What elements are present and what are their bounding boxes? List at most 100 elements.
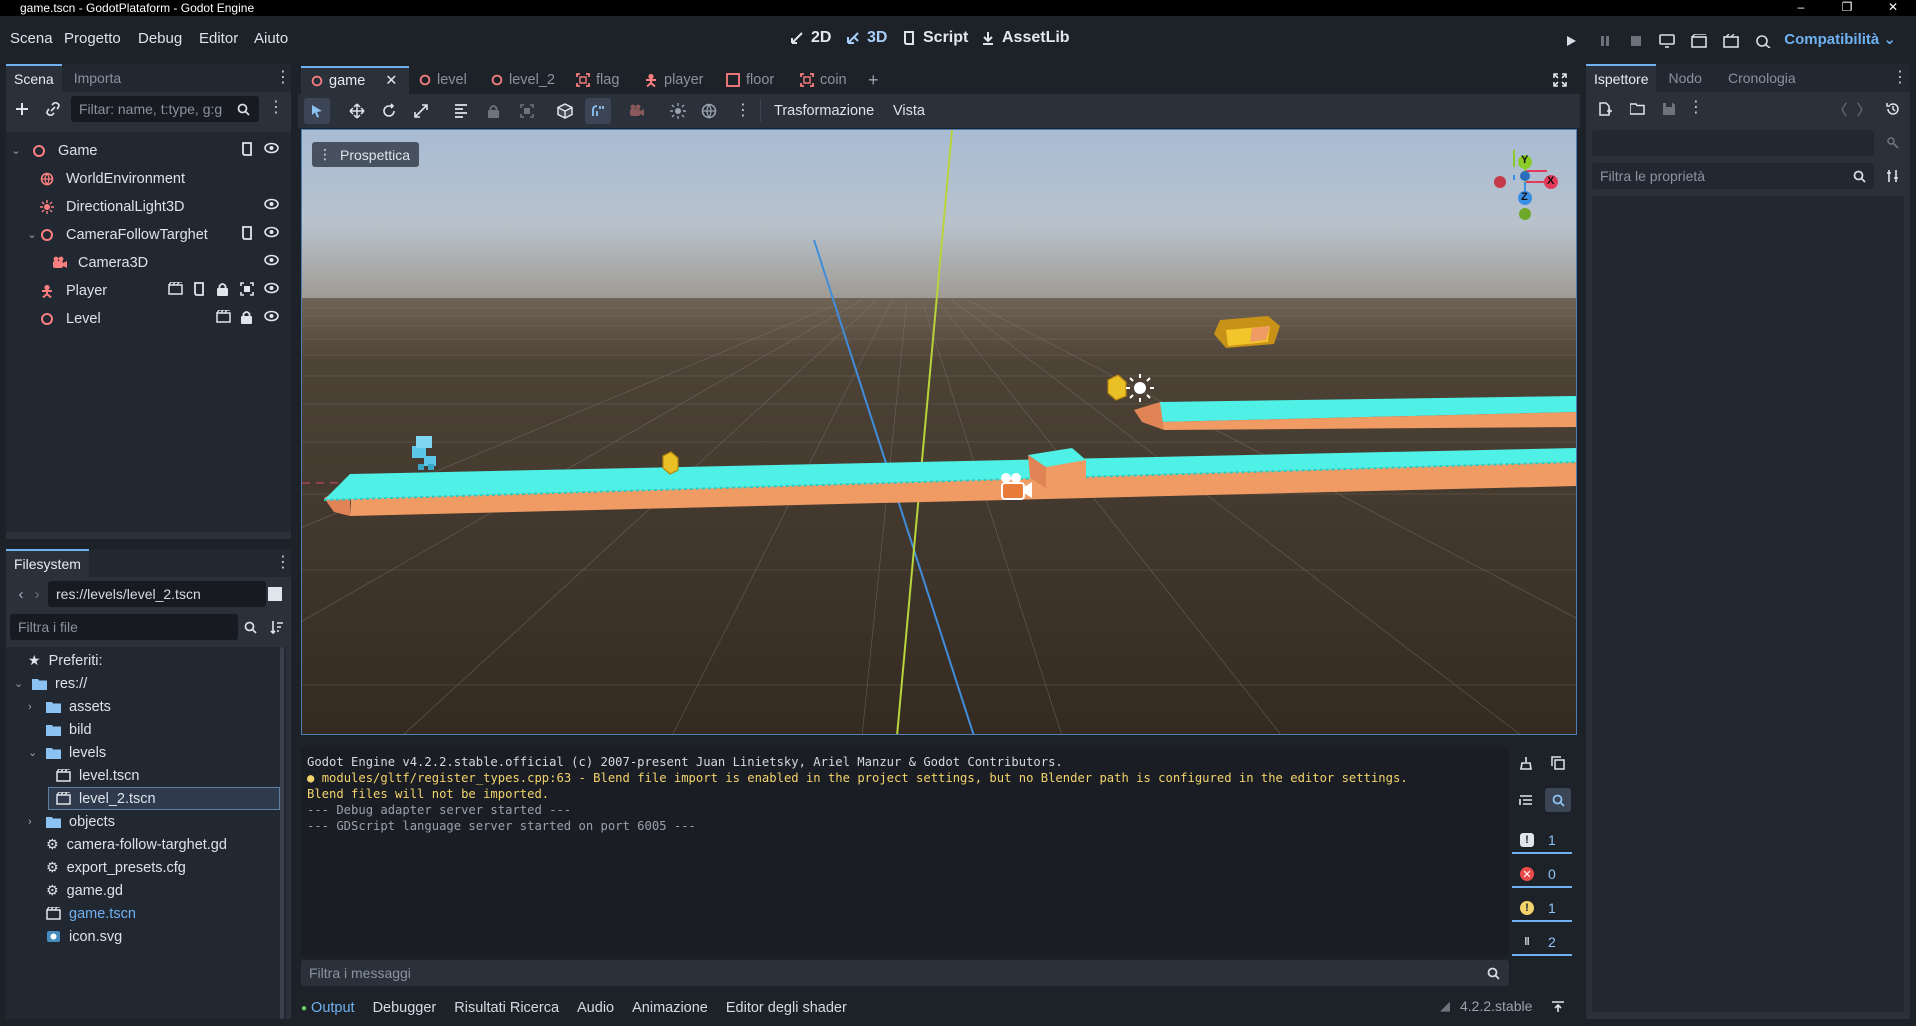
tab-risultati-ricerca[interactable]: Risultati Ricerca [454, 1000, 559, 1016]
sun-preview-icon[interactable] [667, 100, 689, 122]
script-attached-icon[interactable] [240, 226, 256, 242]
snap-toggle-button[interactable] [585, 98, 611, 124]
group-icon[interactable] [516, 100, 538, 122]
forward-icon[interactable]: › [26, 583, 48, 605]
tree-node-directionallight3d[interactable]: DirectionalLight3D [40, 195, 184, 218]
play-icon[interactable] [1560, 31, 1582, 51]
script-attached-icon[interactable] [192, 282, 208, 298]
tab-audio[interactable]: Audio [577, 1000, 614, 1016]
folder-objects[interactable]: › objects [28, 810, 115, 833]
folder-res[interactable]: ⌄ res:// [14, 672, 87, 695]
workspace-script-button[interactable]: Script [901, 29, 968, 47]
visibility-eye-icon[interactable] [264, 142, 280, 158]
view-gizmo[interactable]: Y X Z [1490, 152, 1560, 222]
message-count-toggle[interactable]: ! 1 [1512, 828, 1572, 854]
menu-aiuto[interactable]: Aiuto [254, 30, 288, 47]
tab-floor[interactable]: floor [726, 66, 774, 94]
tab-debugger[interactable]: Debugger [373, 1000, 437, 1016]
lock-icon[interactable] [240, 310, 256, 326]
tab-nodo[interactable]: Nodo [1660, 64, 1709, 92]
maximize-button[interactable]: ❐ [1824, 0, 1870, 16]
new-tab-plus-icon[interactable]: + [868, 66, 879, 94]
tab-flag[interactable]: flag [576, 66, 619, 94]
tab-game[interactable]: game ✕ [301, 66, 410, 94]
warning-count-toggle[interactable]: ! 1 [1512, 896, 1572, 922]
visibility-eye-icon[interactable] [264, 282, 280, 298]
property-filter-input[interactable]: Filtra le proprietà [1592, 163, 1874, 189]
scene-filter-input[interactable]: Filtar: name, t:type, g:g [71, 96, 259, 122]
copy-output-icon[interactable] [1547, 752, 1569, 774]
file-level-tscn[interactable]: level.tscn [56, 764, 139, 787]
folder-bild[interactable]: bild [46, 718, 92, 741]
menu-editor[interactable]: Editor [199, 30, 238, 47]
kebab-menu-icon[interactable]: ⋮ [735, 101, 751, 121]
kebab-menu-icon[interactable]: ⋮ [275, 553, 291, 573]
menu-debug[interactable]: Debug [138, 30, 182, 47]
scene-options-icon[interactable]: ⋮ [268, 98, 284, 118]
tree-node-camera3d[interactable]: Camera3D [52, 251, 148, 274]
chevron-down-icon[interactable]: ⌄ [10, 145, 22, 157]
tree-node-camerafollowtarghet[interactable]: ⌄ CameraFollowTarghet [26, 223, 207, 246]
folder-levels[interactable]: ⌄ levels [28, 741, 106, 764]
menu-progetto[interactable]: Progetto [64, 30, 121, 47]
file-tree-scrollbar[interactable] [280, 647, 284, 1019]
chevron-right-icon[interactable]: › [28, 816, 40, 828]
gizmo-neg-x-axis[interactable] [1494, 176, 1506, 188]
tab-level[interactable]: level [419, 66, 467, 94]
editor-message-count-toggle[interactable]: ǁ 2 [1512, 930, 1572, 956]
close-icon[interactable]: ✕ [385, 73, 397, 89]
file-camera-follow-targhet-gd[interactable]: ⚙ camera-follow-targhet.gd [46, 833, 227, 856]
environment-preview-icon[interactable] [698, 100, 720, 122]
instanced-scene-icon[interactable] [216, 310, 232, 326]
folder-assets[interactable]: › assets [28, 695, 111, 718]
add-node-icon[interactable] [11, 98, 33, 120]
perspective-menu-button[interactable]: ⋮ Prospettica [312, 142, 420, 167]
script-attached-icon[interactable] [240, 142, 256, 158]
list-select-icon[interactable] [450, 100, 472, 122]
lock-icon[interactable] [482, 100, 504, 122]
tab-coin[interactable]: coin [800, 66, 847, 94]
error-count-toggle[interactable]: ✕ 0 [1512, 862, 1572, 888]
visibility-eye-icon[interactable] [264, 198, 280, 214]
workspace-assetlib-button[interactable]: AssetLib [980, 29, 1070, 47]
chevron-right-icon[interactable]: › [28, 701, 40, 713]
pause-icon[interactable] [1594, 31, 1616, 51]
open-folder-icon[interactable] [1626, 98, 1648, 120]
tab-player[interactable]: player [644, 66, 704, 94]
kebab-menu-icon[interactable]: ⋮ [275, 68, 291, 88]
movie-maker-icon[interactable] [1752, 31, 1774, 51]
close-window-button[interactable]: ✕ [1870, 0, 1916, 16]
rotate-icon[interactable] [378, 100, 400, 122]
gizmo-neg-y-axis[interactable] [1519, 208, 1531, 220]
chevron-down-icon[interactable]: ⌄ [14, 677, 26, 690]
distraction-free-icon[interactable] [1553, 66, 1567, 94]
scale-icon[interactable] [410, 100, 432, 122]
output-log[interactable]: Godot Engine v4.2.2.stable.official (c) … [301, 747, 1509, 956]
tree-node-worldenvironment[interactable]: WorldEnvironment [40, 167, 185, 190]
tree-node-level[interactable]: Level [40, 307, 101, 330]
file-game-tscn[interactable]: game.tscn [46, 902, 136, 925]
collapse-messages-icon[interactable] [1515, 790, 1537, 812]
property-tools-icon[interactable] [1882, 132, 1904, 154]
message-filter-input[interactable]: Filtra i messaggi [301, 960, 1509, 986]
visibility-eye-icon[interactable] [264, 254, 280, 270]
group-selectable-icon[interactable] [240, 282, 256, 298]
property-options-icon[interactable] [1882, 165, 1904, 187]
visibility-eye-icon[interactable] [264, 226, 280, 242]
history-back-icon[interactable]: 〈 [1829, 98, 1851, 120]
lock-icon[interactable] [216, 282, 232, 298]
visibility-eye-icon[interactable] [264, 310, 280, 326]
split-view-icon[interactable] [264, 583, 286, 605]
clear-output-icon[interactable] [1515, 752, 1537, 774]
tab-level-2[interactable]: level_2 [491, 66, 555, 94]
file-icon-svg[interactable]: icon.svg [46, 925, 122, 948]
file-game-gd[interactable]: ⚙ game.gd [46, 879, 123, 902]
renderer-select[interactable]: Compatibilità ⌄ [1784, 30, 1896, 48]
menu-scena[interactable]: Scena [10, 30, 53, 47]
sort-icon[interactable] [266, 616, 288, 638]
instanced-scene-icon[interactable] [168, 282, 184, 298]
instance-scene-link-icon[interactable] [42, 98, 64, 120]
tab-cronologia[interactable]: Cronologia [1720, 64, 1804, 92]
tab-filesystem[interactable]: Filesystem [6, 549, 89, 577]
kebab-menu-icon[interactable]: ⋮ [1892, 68, 1908, 88]
